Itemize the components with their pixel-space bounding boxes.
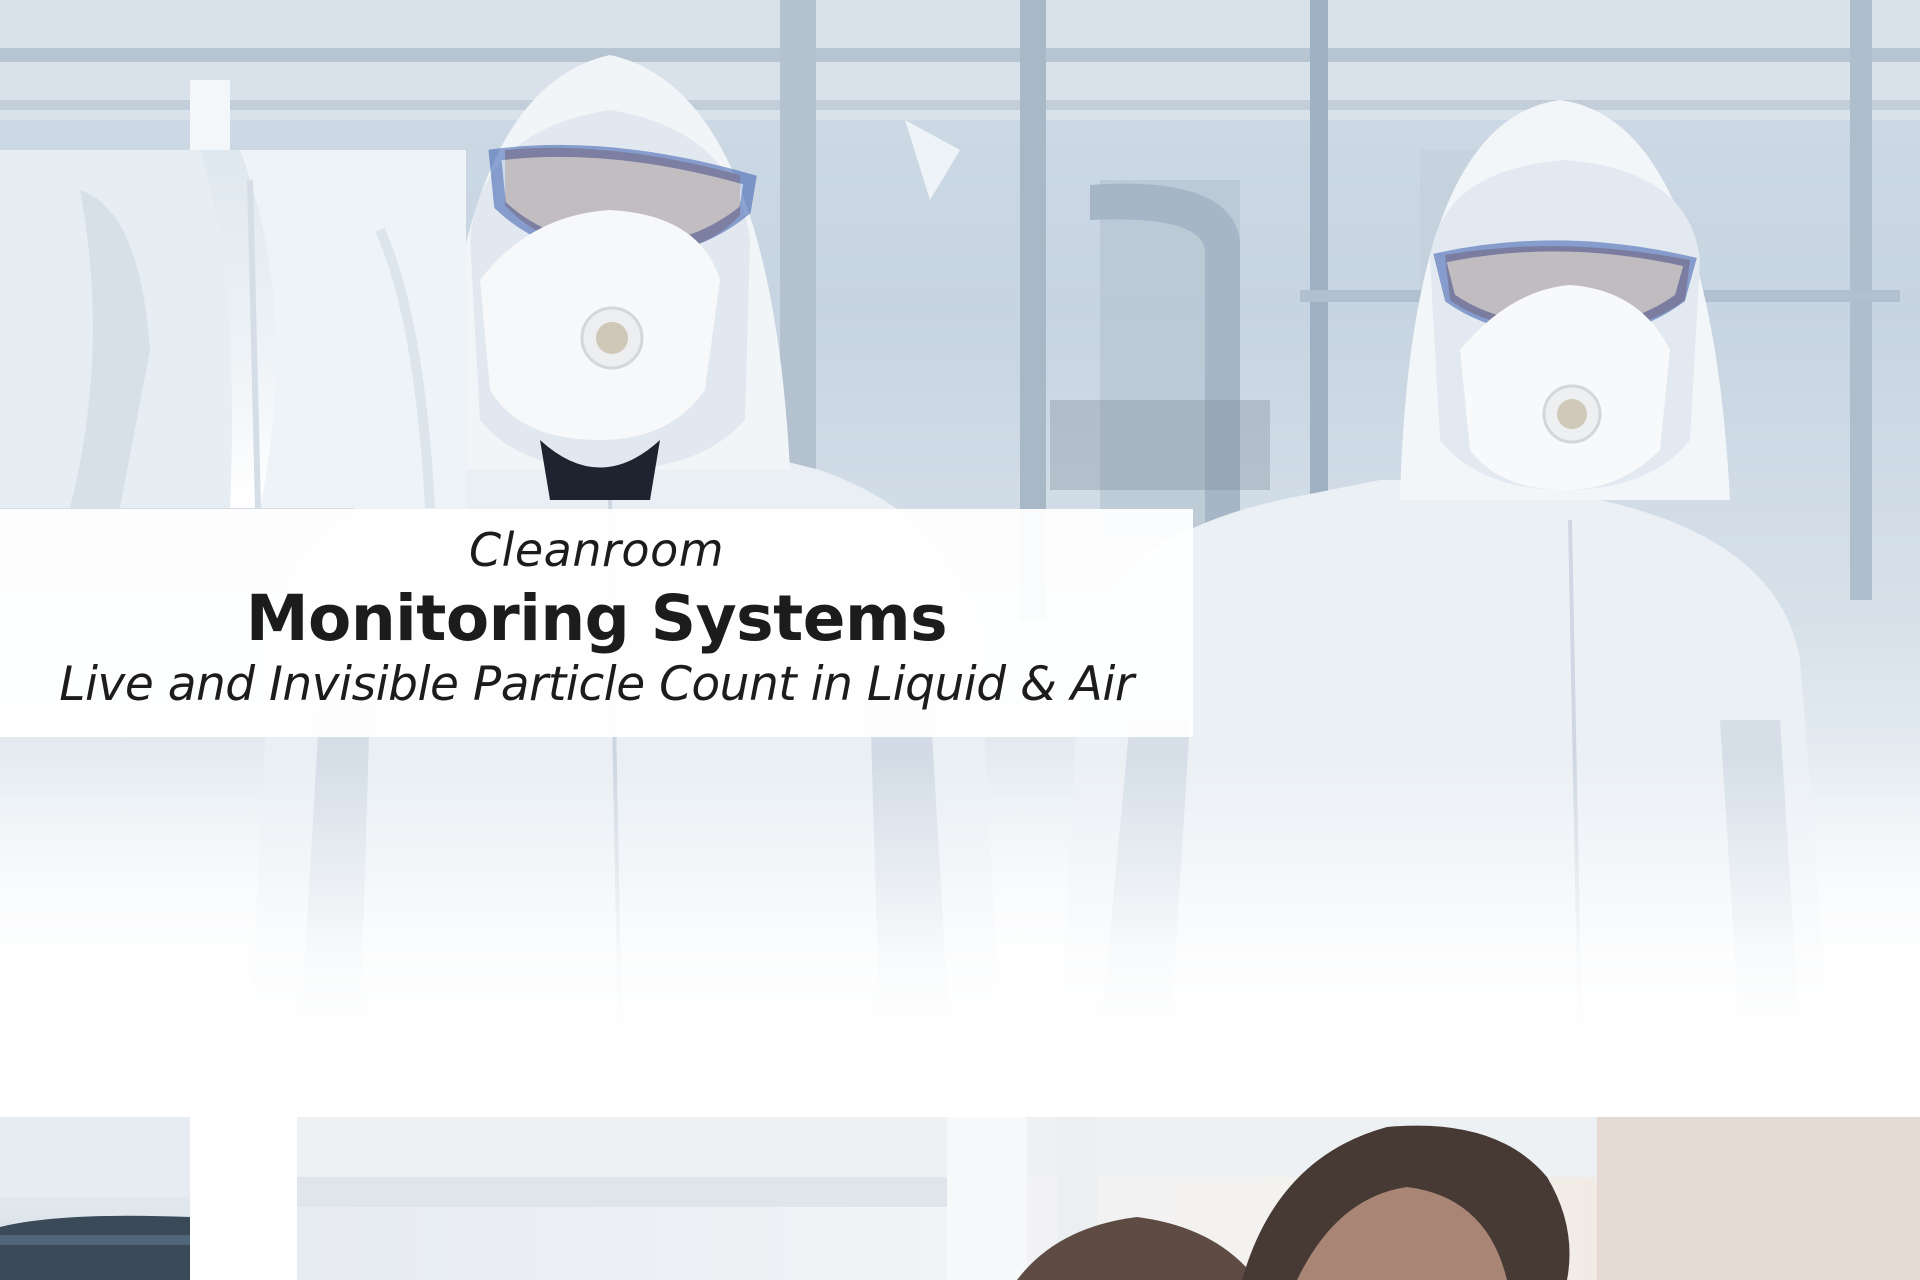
bottom-left-photo-tile — [0, 1117, 190, 1280]
banner-tagline: Live and Invisible Particle Count in Liq… — [59, 657, 1134, 712]
banner-kicker: Cleanroom — [468, 523, 725, 577]
title-card: Cleanroom Monitoring Systems Live and In… — [0, 509, 1193, 737]
hero-fade-overlay — [0, 760, 1920, 1040]
inset-photo-tile — [0, 150, 466, 508]
banner-headline: Monitoring Systems — [245, 582, 948, 655]
bottom-right-photo-tile — [297, 1117, 1920, 1280]
